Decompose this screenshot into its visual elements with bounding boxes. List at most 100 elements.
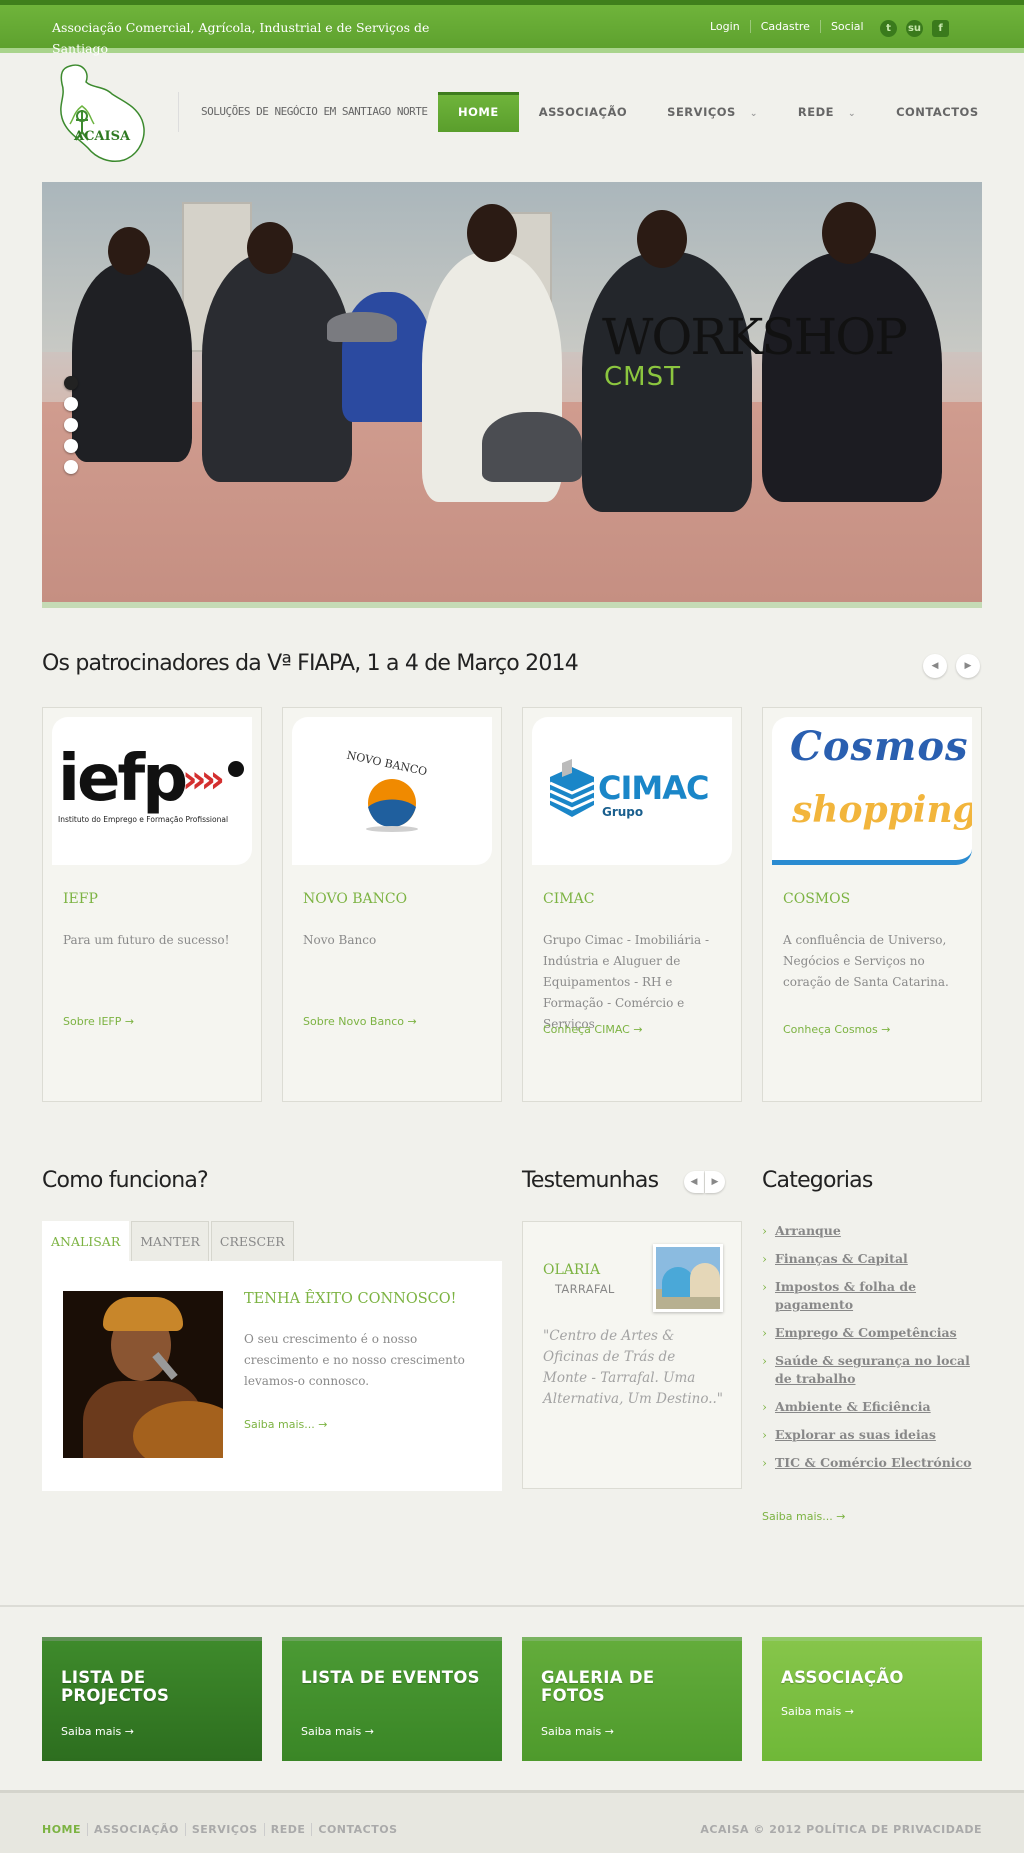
feature-link-label: Saiba mais	[61, 1725, 122, 1738]
feature-box-association[interactable]: ASSOCIAÇÃO Saiba mais →	[762, 1637, 982, 1761]
feature-link[interactable]: Saiba mais →	[301, 1725, 374, 1738]
tab-panel-text: O seu crescimento é o nosso crescimento …	[244, 1332, 465, 1388]
sponsor-link[interactable]: Conheça CIMAC →	[543, 1023, 643, 1036]
sponsor-link[interactable]: Sobre Novo Banco →	[303, 1015, 417, 1028]
category-link[interactable]: Finanças & Capital	[762, 1250, 982, 1268]
slide-photo-person	[72, 262, 192, 462]
feature-box-projects[interactable]: LISTA DE PROJECTOS Saiba mais →	[42, 1637, 262, 1761]
hero-slider[interactable]: WORKSHOP CMST	[42, 182, 982, 602]
slider-dot[interactable]	[64, 397, 78, 411]
slide-photo-person	[637, 210, 687, 268]
nav-servicos-label: SERVIÇOS	[667, 105, 736, 119]
feature-link-label: Saiba mais	[781, 1705, 842, 1718]
twitter-bird-icon[interactable]: t	[880, 20, 897, 37]
cosmos-logo[interactable]: Cosmos shopping	[772, 717, 972, 865]
header-tagline: SOLUÇÕES DE NEGÓCIO EM SANTIAGO NORTE	[178, 92, 428, 132]
nav-contactos[interactable]: CONTACTOS	[876, 92, 999, 132]
iefp-logo[interactable]: iefp »» Instituto do Emprego e Formação …	[52, 717, 252, 865]
sponsor-link[interactable]: Sobre IEFP →	[63, 1015, 134, 1028]
arrow-right-icon: →	[407, 1015, 417, 1028]
sponsor-card-novo-banco: NOVO BANCO NOVO BANCO Novo Banco Sobre N…	[282, 707, 502, 1102]
chevron-left-icon[interactable]: ◀	[684, 1171, 704, 1193]
sponsor-link[interactable]: Conheça Cosmos →	[783, 1023, 890, 1036]
chevron-down-icon: ⌄	[848, 109, 857, 119]
feature-link[interactable]: Saiba mais →	[781, 1705, 854, 1718]
sponsor-link-label: Sobre IEFP	[63, 1015, 122, 1028]
register-link[interactable]: Cadastre	[749, 20, 820, 33]
iefp-logo-text: iefp	[58, 742, 188, 816]
social-link[interactable]: Social	[819, 20, 874, 33]
slider-progress-bar	[42, 602, 982, 608]
category-link[interactable]: TIC & Comércio Electrónico	[762, 1454, 982, 1472]
footer-link-home[interactable]: HOME	[42, 1823, 87, 1836]
cosmos-logo-text: Cosmos	[790, 723, 969, 770]
sponsor-card-cimac: CIMAC Grupo CIMAC Grupo Cimac - Imobiliá…	[522, 707, 742, 1102]
slide-photo-person	[762, 252, 942, 502]
nav-associacao[interactable]: ASSOCIAÇÃO	[519, 92, 647, 132]
stumbleupon-icon[interactable]: su	[906, 20, 923, 37]
category-link[interactable]: Explorar as suas ideias	[762, 1426, 982, 1444]
slide-title: WORKSHOP	[602, 308, 908, 366]
chevron-down-icon: ⌄	[749, 109, 758, 119]
nav-home-label: HOME	[458, 105, 499, 119]
site-logo[interactable]: ACAISA	[52, 62, 152, 164]
facebook-icon[interactable]: f	[932, 20, 949, 37]
sponsor-description: Para um futuro de sucesso!	[63, 933, 230, 947]
feature-box-gallery[interactable]: GALERIA DE FOTOS Saiba mais →	[522, 1637, 742, 1761]
slide-photo-person	[202, 252, 352, 482]
chevron-right-icon[interactable]: ▶	[956, 654, 980, 678]
sponsor-name: COSMOS	[783, 891, 851, 907]
footer-link-servicos[interactable]: SERVIÇOS	[184, 1823, 264, 1836]
categories-more-label: Saiba mais...	[762, 1510, 833, 1523]
chevron-right-icon[interactable]: ▶	[705, 1171, 725, 1193]
arrow-right-icon: →	[124, 1015, 135, 1028]
arrow-right-icon: →	[318, 1418, 328, 1431]
category-link[interactable]: Emprego & Competências	[762, 1324, 982, 1342]
sponsor-description: Grupo Cimac - Imobiliária - Indústria e …	[543, 933, 710, 1031]
nav-servicos[interactable]: SERVIÇOS ⌄	[647, 92, 778, 132]
categories-list: Arranque Finanças & Capital Impostos & f…	[762, 1222, 982, 1482]
site-tagline: Associação Comercial, Agrícola, Industri…	[52, 20, 430, 56]
cimac-logo-subtitle: Grupo	[602, 805, 644, 819]
nav-home[interactable]: HOME	[438, 92, 519, 132]
feature-link[interactable]: Saiba mais →	[61, 1725, 134, 1738]
tab-analisar[interactable]: ANALISAR	[42, 1221, 130, 1261]
slider-dot[interactable]	[64, 439, 78, 453]
tab-manter[interactable]: MANTER	[131, 1221, 209, 1261]
cimac-logo-text: CIMAC	[598, 769, 709, 807]
feature-link-label: Saiba mais	[541, 1725, 602, 1738]
footer-link-contactos[interactable]: CONTACTOS	[311, 1823, 403, 1836]
slider-dot[interactable]	[64, 460, 78, 474]
feature-title: LISTA DE PROJECTOS	[61, 1668, 170, 1705]
chevron-left-icon[interactable]: ◀	[923, 654, 947, 678]
arrow-right-icon: →	[604, 1725, 614, 1738]
slide-photo-person	[467, 204, 517, 262]
nav-associacao-label: ASSOCIAÇÃO	[538, 105, 628, 119]
slide-subtitle: CMST	[604, 362, 681, 392]
category-link[interactable]: Arranque	[762, 1222, 982, 1240]
sponsor-link-label: Conheça Cosmos	[783, 1023, 878, 1036]
feature-box-events[interactable]: LISTA DE EVENTOS Saiba mais →	[282, 1637, 502, 1761]
arrow-right-icon: →	[836, 1510, 846, 1523]
sponsor-link-label: Sobre Novo Banco	[303, 1015, 404, 1028]
login-link[interactable]: Login	[700, 20, 750, 33]
tab-panel-link[interactable]: Saiba mais... →	[244, 1418, 327, 1431]
slider-dot[interactable]	[64, 418, 78, 432]
footer-copyright[interactable]: ACAISA © 2012 POLÍTICA DE PRIVACIDADE	[700, 1823, 982, 1836]
footer-link-associacao[interactable]: ASSOCIAÇÃO	[87, 1823, 185, 1836]
cimac-logo[interactable]: CIMAC Grupo	[532, 717, 732, 865]
categories-more-link[interactable]: Saiba mais... →	[762, 1510, 845, 1523]
tab-crescer[interactable]: CRESCER	[210, 1221, 294, 1261]
category-link[interactable]: Impostos & folha de pagamento	[762, 1278, 982, 1314]
nav-rede[interactable]: REDE ⌄	[778, 92, 876, 132]
footer-link-rede[interactable]: REDE	[263, 1823, 312, 1836]
feature-link[interactable]: Saiba mais →	[541, 1725, 614, 1738]
category-link[interactable]: Saúde & segurança no local de trabalho	[762, 1352, 982, 1388]
iefp-logo-chevrons: »»	[182, 757, 225, 801]
novo-banco-logo[interactable]: NOVO BANCO	[292, 717, 492, 865]
slide-photo-person	[822, 202, 876, 264]
top-bar: Associação Comercial, Agrícola, Industri…	[0, 0, 1024, 56]
sponsor-name: IEFP	[63, 891, 98, 907]
category-link[interactable]: Ambiente & Eficiência	[762, 1398, 982, 1416]
slider-dot[interactable]	[64, 376, 78, 390]
